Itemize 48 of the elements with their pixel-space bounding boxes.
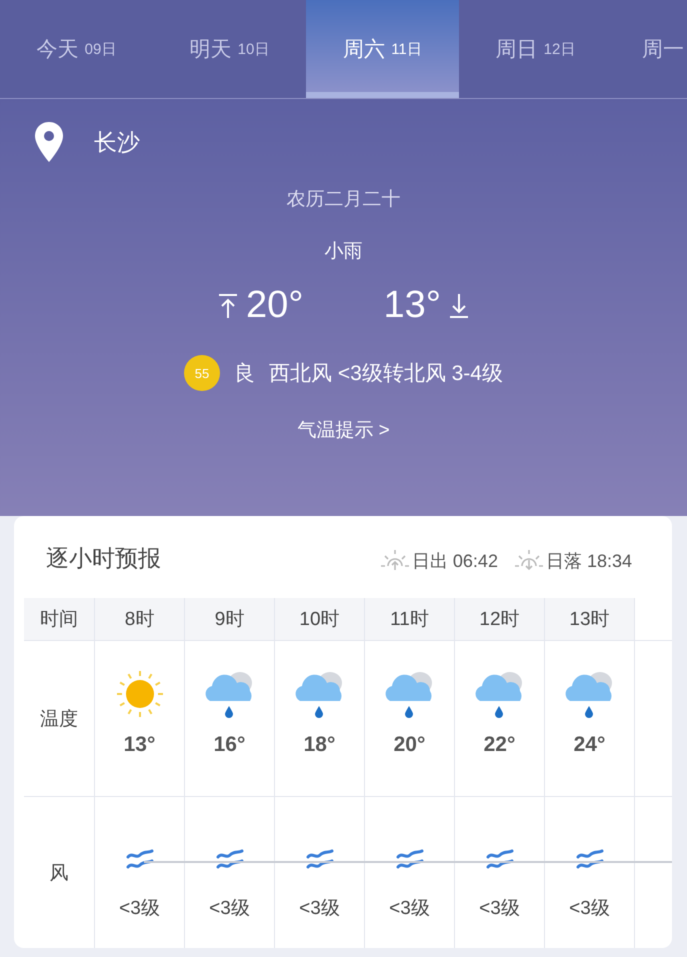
hour-header-cell: 9时 [185, 598, 275, 641]
low-temperature: 13° [384, 284, 441, 327]
hour-temperature: 16° [214, 733, 246, 757]
day-tab[interactable]: 周日 12日 [459, 0, 612, 98]
wind-level: <3级 [119, 897, 160, 921]
hour-header-cell: 11时 [365, 598, 455, 641]
hour-temperature: 13° [124, 733, 156, 757]
wind-level: <3级 [209, 897, 250, 921]
air-quality-label: 良 [234, 361, 256, 387]
sun-icon [114, 669, 164, 719]
location-pin-icon [34, 122, 64, 162]
wind-icon [396, 849, 424, 871]
hour-temperature: 24° [574, 733, 606, 757]
wind-icon [216, 849, 244, 871]
hour-header-cell: 10时 [275, 598, 365, 641]
day-tab[interactable]: 周一 [612, 0, 687, 98]
lunar-date: 农历二月二十 [286, 188, 402, 212]
row-label: 温度 [40, 708, 78, 732]
high-temp-icon [218, 292, 238, 318]
day-tab[interactable]: 明天 10日 [153, 0, 306, 98]
wind-forecast: 西北风 <3级转北风 3-4级 [269, 361, 503, 387]
weather-condition: 小雨 [324, 240, 364, 264]
high-temperature: 20° [246, 284, 304, 327]
section-title: 逐小时预报 [46, 544, 161, 573]
sunrise-time: 日出 06:42 [412, 550, 498, 573]
wind-level: <3级 [299, 897, 340, 921]
hour-header-cell: 8时 [95, 598, 185, 641]
wind-icon [486, 849, 514, 871]
wind-icon [126, 849, 154, 871]
table-header-cell: 时间 [24, 598, 95, 641]
day-tab[interactable]: 今天 09日 [0, 0, 153, 98]
city-name: 长沙 [94, 128, 140, 156]
hour-header-cell: 13时 [545, 598, 635, 641]
air-quality-badge: 55 [184, 355, 220, 391]
hour-temperature: 22° [484, 733, 516, 757]
row-label: 风 [50, 862, 68, 886]
wind-level: <3级 [479, 897, 520, 921]
day-tab[interactable]: 周六 11日 [306, 0, 459, 98]
hour-temperature: 20° [394, 733, 426, 757]
wind-level: <3级 [389, 897, 430, 921]
hour-temperature: 18° [304, 733, 336, 757]
wind-icon [306, 849, 334, 871]
temperature-tip-link[interactable]: 气温提示 > [0, 417, 687, 443]
wind-icon [576, 849, 604, 871]
hour-header-cell: 12时 [455, 598, 545, 641]
low-temp-icon [448, 292, 469, 318]
wind-level: <3级 [569, 897, 610, 921]
sunset-time: 日落 18:34 [546, 550, 632, 573]
